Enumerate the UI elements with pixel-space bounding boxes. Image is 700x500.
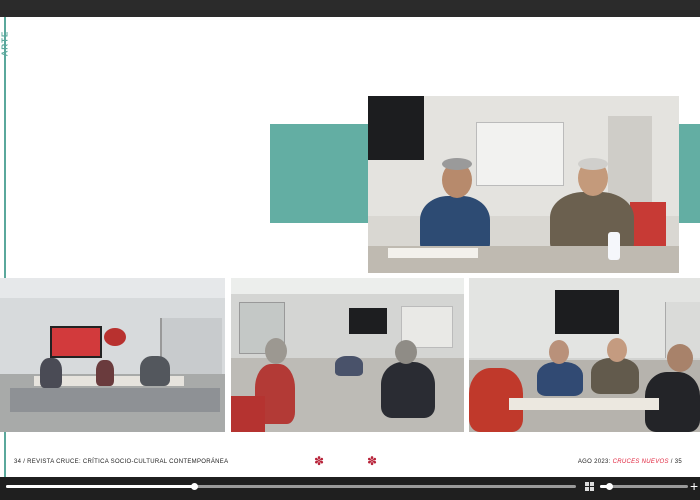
viewer-top-bar xyxy=(0,0,700,17)
ornament-right-icon: ✽ xyxy=(367,454,378,468)
page-progress-slider[interactable] xyxy=(6,483,576,490)
photo-main-two-speakers xyxy=(368,96,679,273)
footer-left-page-info: 34 / REVISTA CRUCE: CRÍTICA SOCIO-CULTUR… xyxy=(14,459,229,465)
photo-panel-close-up xyxy=(469,278,700,432)
photo-conference-room-wide xyxy=(0,278,225,432)
photo-table-discussion xyxy=(231,278,464,432)
footer-right-prefix: AGO 2023: xyxy=(577,459,611,465)
ornament-left-icon: ✽ xyxy=(314,454,325,468)
section-label: ARTE xyxy=(0,30,10,57)
viewer-bottom-toolbar: + xyxy=(0,477,700,500)
footer-right-issue-title: CRUCES NUEVOS xyxy=(612,459,669,465)
page-progress-fill xyxy=(6,485,194,488)
page-progress-handle[interactable] xyxy=(191,483,198,490)
teal-accent-block-right xyxy=(679,124,700,223)
teal-accent-block-left xyxy=(270,124,368,223)
zoom-slider[interactable] xyxy=(600,483,688,490)
grid-view-icon[interactable] xyxy=(585,482,594,491)
zoom-handle[interactable] xyxy=(606,483,613,490)
footer-right-suffix: / 35 xyxy=(670,459,682,465)
zoom-in-icon[interactable]: + xyxy=(690,478,698,494)
magazine-spread: ARTE 34 / REVISTA CRUCE: CRÍTICA SOCIO-C… xyxy=(0,17,700,477)
footer-right-page-info: AGO 2023: CRUCES NUEVOS / 35 xyxy=(578,459,682,465)
